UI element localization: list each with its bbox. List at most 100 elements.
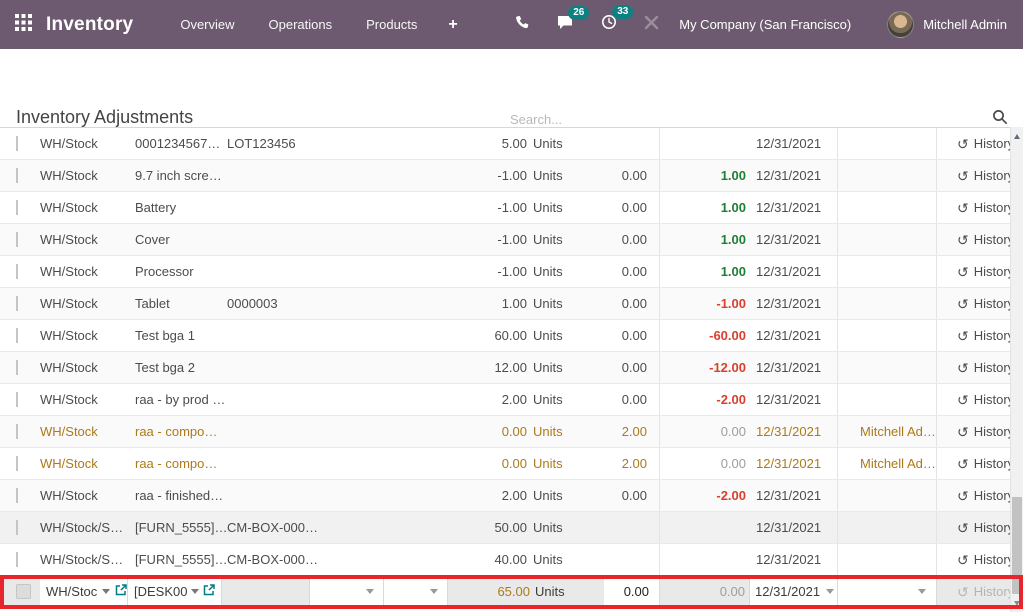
uom-cell[interactable]: Units: [527, 136, 605, 151]
table-row[interactable]: WH/Stock Tablet 0000003 1.00 Units 0.00 …: [0, 288, 1010, 320]
scheduled-date-cell[interactable]: 12/31/2021: [750, 256, 838, 287]
counted-qty-cell[interactable]: [605, 512, 660, 543]
onhand-qty-cell[interactable]: 50.00: [432, 520, 527, 535]
location-cell[interactable]: WH/Stock/S…: [40, 552, 135, 567]
scheduled-date-cell[interactable]: 12/31/2021: [750, 224, 838, 255]
uom-cell[interactable]: Units: [527, 488, 605, 503]
product-cell[interactable]: raa - finished…: [135, 488, 227, 503]
product-cell[interactable]: 0001234567…: [135, 136, 227, 151]
onhand-qty-cell[interactable]: 12.00: [432, 360, 527, 375]
uom-cell[interactable]: Units: [527, 552, 605, 567]
scheduled-date-cell[interactable]: 12/31/2021: [750, 544, 838, 575]
location-cell[interactable]: WH/Stock: [40, 456, 135, 471]
product-cell[interactable]: raa - compo…: [135, 424, 227, 439]
external-link-icon[interactable]: [203, 584, 215, 599]
user-cell[interactable]: [838, 192, 937, 223]
dropdown-caret-icon[interactable]: [918, 589, 926, 594]
history-button[interactable]: ↺ History: [937, 392, 1010, 407]
location-cell[interactable]: WH/Stock: [40, 360, 135, 375]
counted-qty-cell[interactable]: 2.00: [605, 416, 660, 447]
edit-row[interactable]: WH/Stoc [DESK00: [0, 576, 1010, 608]
uom-cell[interactable]: Units: [527, 360, 605, 375]
edit-product-cell[interactable]: [DESK00: [128, 576, 222, 607]
product-cell[interactable]: raa - by prod …: [135, 392, 227, 407]
onhand-qty-cell[interactable]: -1.00: [432, 264, 527, 279]
onhand-qty-cell[interactable]: -1.00: [432, 232, 527, 247]
scheduled-date-cell[interactable]: 12/31/2021: [750, 192, 838, 223]
table-row[interactable]: WH/Stock Processor -1.00 Units 0.00 1.00…: [0, 256, 1010, 288]
scheduled-date-cell[interactable]: 12/31/2021: [750, 384, 838, 415]
dropdown-caret-icon[interactable]: [430, 589, 438, 594]
counted-qty-cell[interactable]: [605, 128, 660, 159]
scroll-down-arrow-icon[interactable]: [1011, 596, 1023, 610]
location-cell[interactable]: WH/Stock: [40, 328, 135, 343]
table-row[interactable]: WH/Stock 9.7 inch scre… -1.00 Units 0.00…: [0, 160, 1010, 192]
location-cell[interactable]: WH/Stock: [40, 232, 135, 247]
history-button[interactable]: ↺ History: [937, 360, 1010, 375]
uom-cell[interactable]: Units: [527, 296, 605, 311]
product-cell[interactable]: raa - compo…: [135, 456, 227, 471]
scheduled-date-cell[interactable]: 12/31/2021: [750, 160, 838, 191]
table-row[interactable]: WH/Stock raa - finished… 2.00 Units 0.00…: [0, 480, 1010, 512]
table-row[interactable]: WH/Stock 0001234567… LOT123456 5.00 Unit…: [0, 128, 1010, 160]
row-checkbox[interactable]: [16, 424, 18, 439]
table-row[interactable]: WH/Stock Test bga 2 12.00 Units 0.00 -12…: [0, 352, 1010, 384]
table-row[interactable]: WH/Stock Test bga 1 60.00 Units 0.00 -60…: [0, 320, 1010, 352]
menu-overview[interactable]: Overview: [180, 17, 234, 32]
row-checkbox[interactable]: [16, 200, 18, 215]
history-button[interactable]: ↺ History: [937, 424, 1010, 439]
uom-cell[interactable]: Units: [527, 392, 605, 407]
scheduled-date-cell[interactable]: 12/31/2021: [750, 352, 838, 383]
product-cell[interactable]: Processor: [135, 264, 227, 279]
scheduled-date-cell[interactable]: 12/31/2021: [750, 128, 838, 159]
uom-cell[interactable]: Units: [527, 520, 605, 535]
table-row[interactable]: WH/Stock/S… [FURN_5555]… CM-BOX-000… 50.…: [0, 512, 1010, 544]
scheduled-date-cell[interactable]: 12/31/2021: [750, 512, 838, 543]
history-button[interactable]: ↺ History: [937, 264, 1010, 279]
user-cell[interactable]: [838, 160, 937, 191]
onhand-qty-cell[interactable]: 0.00: [432, 456, 527, 471]
vertical-scrollbar[interactable]: [1010, 127, 1023, 612]
uom-cell[interactable]: Units: [527, 456, 605, 471]
user-cell[interactable]: [838, 320, 937, 351]
row-checkbox[interactable]: [16, 328, 18, 343]
edit-counted-qty-input[interactable]: 0.00: [604, 576, 660, 607]
row-checkbox[interactable]: [16, 456, 18, 471]
table-row[interactable]: WH/Stock raa - compo… 0.00 Units 2.00 0.…: [0, 416, 1010, 448]
location-cell[interactable]: WH/Stock: [40, 488, 135, 503]
row-checkbox[interactable]: [16, 584, 31, 599]
counted-qty-cell[interactable]: 0.00: [605, 256, 660, 287]
dropdown-caret-icon[interactable]: [102, 589, 110, 594]
company-switcher[interactable]: My Company (San Francisco): [679, 17, 851, 32]
location-cell[interactable]: WH/Stock: [40, 296, 135, 311]
product-cell[interactable]: Tablet: [135, 296, 227, 311]
scheduled-date-cell[interactable]: 12/31/2021: [750, 416, 838, 447]
lot-serial-cell[interactable]: 0000003: [227, 296, 327, 311]
onhand-qty-cell[interactable]: 2.00: [432, 488, 527, 503]
search-input[interactable]: [508, 111, 992, 128]
user-cell[interactable]: [838, 384, 937, 415]
counted-qty-cell[interactable]: 0.00: [605, 352, 660, 383]
uom-cell[interactable]: Units: [527, 200, 605, 215]
table-row[interactable]: WH/Stock/S… [FURN_5555]… CM-BOX-000… 40.…: [0, 544, 1010, 576]
counted-qty-cell[interactable]: 0.00: [605, 224, 660, 255]
location-cell[interactable]: WH/Stock: [40, 264, 135, 279]
edit-location-cell[interactable]: WH/Stoc: [40, 576, 128, 607]
row-checkbox[interactable]: [16, 264, 18, 279]
location-cell[interactable]: WH/Stock: [40, 200, 135, 215]
lot-serial-cell[interactable]: CM-BOX-000…: [227, 520, 327, 535]
location-cell[interactable]: WH/Stock: [40, 136, 135, 151]
scheduled-date-cell[interactable]: 12/31/2021: [750, 288, 838, 319]
user-cell[interactable]: [838, 224, 937, 255]
uom-cell[interactable]: Units: [527, 424, 605, 439]
product-cell[interactable]: [FURN_5555]…: [135, 552, 227, 567]
user-cell[interactable]: [838, 128, 937, 159]
scheduled-date-cell[interactable]: 12/31/2021: [750, 448, 838, 479]
location-cell[interactable]: WH/Stock: [40, 392, 135, 407]
product-cell[interactable]: [FURN_5555]…: [135, 520, 227, 535]
location-cell[interactable]: WH/Stock/S…: [40, 520, 135, 535]
onhand-qty-cell[interactable]: -1.00: [432, 168, 527, 183]
table-row[interactable]: WH/Stock raa - compo… 0.00 Units 2.00 0.…: [0, 448, 1010, 480]
menu-products[interactable]: Products: [366, 17, 417, 32]
counted-qty-cell[interactable]: 0.00: [605, 384, 660, 415]
